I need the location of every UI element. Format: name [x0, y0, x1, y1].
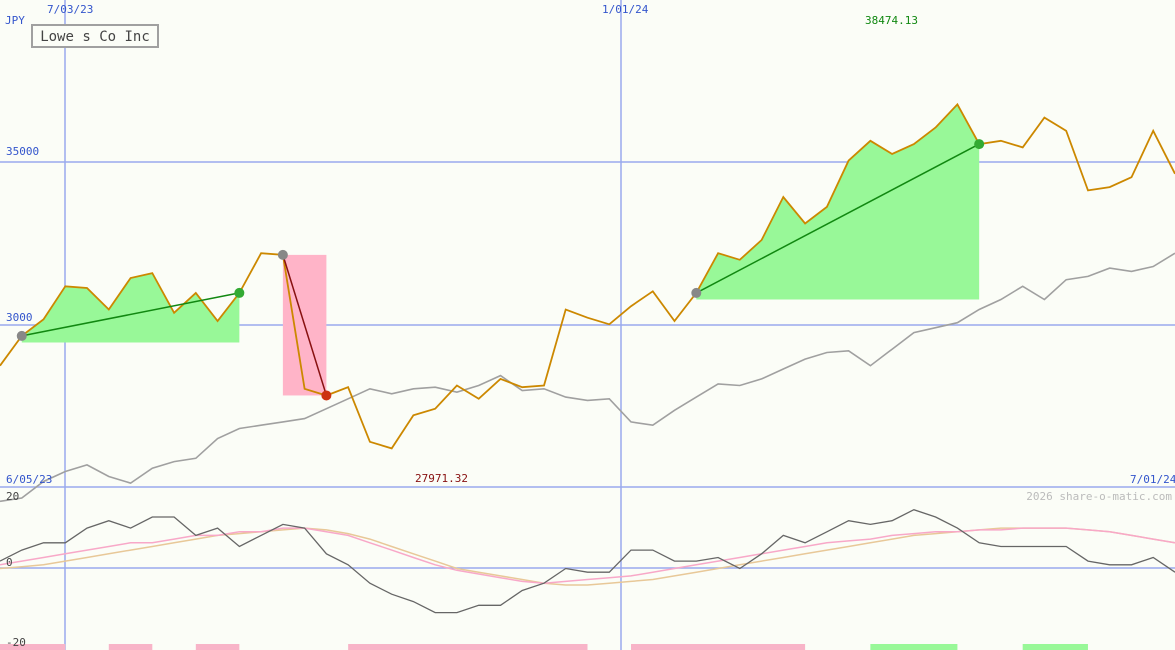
- entry-marker-1: [277, 249, 288, 260]
- volume-block-1: [108, 644, 153, 650]
- osc-tick-0: 0: [6, 556, 13, 569]
- oscillator-line-pink: [0, 527, 1175, 584]
- price-line: [0, 102, 1175, 450]
- volume-block-6: [1022, 644, 1088, 650]
- volume-block-5: [870, 644, 958, 650]
- volume-block-2: [195, 644, 240, 650]
- volume-bars: [0, 644, 1088, 650]
- oscillator-line-dark: [0, 508, 1175, 614]
- stock-chart: Lowe s Co Inc JPY 7/03/23 1/01/24 35000 …: [0, 0, 1175, 650]
- price-tick-35000: 35000: [6, 145, 39, 158]
- exit-marker-0: [234, 287, 245, 298]
- date-label-bottom-1: 6/05/23: [6, 473, 52, 486]
- date-label-top-2: 1/01/24: [602, 3, 649, 16]
- volume-block-3: [348, 644, 588, 650]
- entry-marker-2: [691, 287, 702, 298]
- exit-marker-1: [321, 390, 332, 401]
- oscillator-line-tan: [0, 527, 1175, 586]
- watermark: 2026 share-o-matic.com: [1026, 490, 1172, 503]
- exit-marker-2: [974, 139, 985, 150]
- volume-block-4: [631, 644, 806, 650]
- entry-marker-0: [16, 330, 27, 341]
- osc-tick-20: 20: [6, 490, 19, 503]
- price-tick-30000: 3000: [6, 311, 33, 324]
- low-price-label: 27971.32: [415, 472, 468, 485]
- currency-label: JPY: [5, 14, 25, 27]
- moving-average-line: [0, 252, 1175, 503]
- date-label-top-1: 7/03/23: [47, 3, 93, 16]
- chart-title: Lowe s Co Inc: [40, 29, 150, 45]
- date-label-bottom-2: 7/01/24: [1130, 473, 1175, 486]
- osc-tick-minus-20: -20: [6, 636, 26, 649]
- high-price-label: 38474.13: [865, 14, 918, 27]
